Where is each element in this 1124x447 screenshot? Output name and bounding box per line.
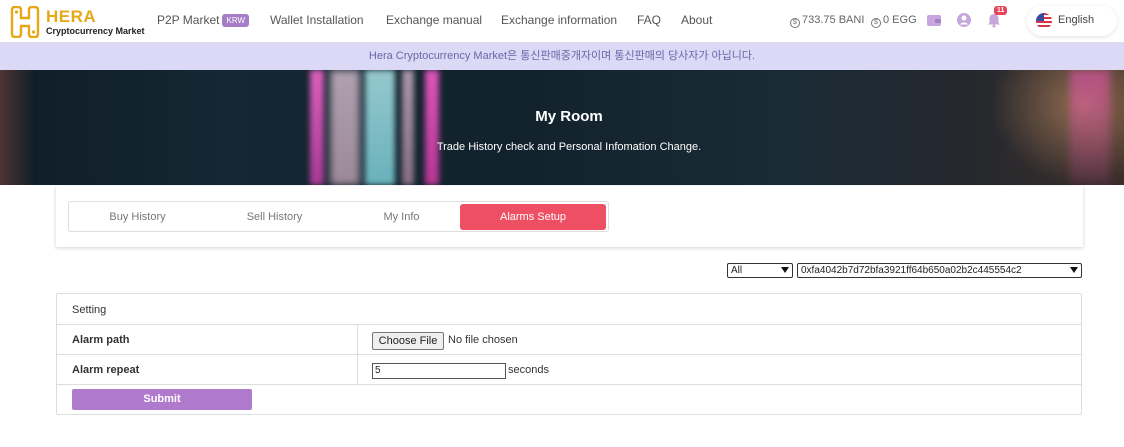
- banner-light-stripe: [365, 70, 395, 185]
- wallet-icon[interactable]: [926, 12, 942, 28]
- nav-p2p-market[interactable]: P2P Market KRW: [157, 13, 250, 27]
- type-filter-value: All: [731, 265, 743, 276]
- tab-bar: Buy History Sell History My Info Alarms …: [68, 201, 609, 232]
- bani-balance-value: 733.75 BANI: [802, 14, 865, 26]
- nav-faq[interactable]: FAQ: [637, 13, 661, 27]
- chevron-down-icon: [781, 267, 789, 273]
- banner-light-stripe: [402, 70, 414, 185]
- bani-balance: $733.75 BANI: [790, 14, 864, 28]
- coin-icon: $: [790, 18, 800, 28]
- krw-badge: KRW: [222, 14, 250, 27]
- tab-my-info[interactable]: My Info: [333, 204, 470, 230]
- nav-p2p-label: P2P Market: [157, 13, 220, 27]
- nav-exchange-manual[interactable]: Exchange manual: [386, 13, 482, 27]
- address-value: 0xfa4042b7d72bfa3921ff64b650a02b2c445554…: [801, 265, 1022, 276]
- language-selector[interactable]: English: [1027, 6, 1117, 36]
- repeat-unit-label: seconds: [508, 364, 549, 376]
- alarm-repeat-label: Alarm repeat: [72, 364, 140, 376]
- tab-buy-history[interactable]: Buy History: [69, 204, 206, 230]
- alarm-path-label: Alarm path: [72, 334, 130, 346]
- chevron-down-icon: [1070, 267, 1078, 273]
- page-title: My Room: [535, 108, 603, 125]
- hera-logo-icon: [10, 6, 40, 38]
- top-header: HERA Cryptocurrency Market P2P Market KRW…: [0, 0, 1124, 42]
- banner-light-stripe: [330, 70, 360, 185]
- row-divider: [57, 354, 1081, 355]
- nav-wallet-installation[interactable]: Wallet Installation: [270, 13, 364, 27]
- settings-table: Setting Alarm path Choose File No file c…: [56, 293, 1082, 415]
- nav-exchange-information[interactable]: Exchange information: [501, 13, 617, 27]
- submit-button[interactable]: Submit: [72, 389, 252, 410]
- page-subtitle: Trade History check and Personal Infomat…: [436, 141, 702, 153]
- choose-file-button[interactable]: Choose File: [372, 332, 444, 350]
- user-icon[interactable]: [956, 12, 972, 28]
- banner-light-stripe: [1070, 70, 1110, 185]
- hera-logo[interactable]: HERA Cryptocurrency Market: [8, 6, 145, 38]
- banner-light-stripe: [310, 70, 324, 185]
- nav-about[interactable]: About: [681, 13, 712, 27]
- tab-card: Buy History Sell History My Info Alarms …: [56, 186, 1083, 247]
- address-select[interactable]: 0xfa4042b7d72bfa3921ff64b650a02b2c445554…: [797, 263, 1082, 278]
- tab-alarms-setup[interactable]: Alarms Setup: [460, 204, 606, 230]
- language-label: English: [1058, 14, 1095, 26]
- page-banner: My Room Trade History check and Personal…: [0, 70, 1124, 185]
- brand-subtitle: Cryptocurrency Market: [46, 26, 145, 36]
- type-filter-select[interactable]: All: [727, 263, 793, 278]
- notification-count-badge: 11: [994, 6, 1008, 15]
- coin-icon: $: [871, 18, 881, 28]
- notice-bar: Hera Cryptocurrency Market은 통신판매중개자이며 통신…: [0, 42, 1124, 70]
- banner-shadow: [0, 70, 35, 185]
- egg-balance-value: 0 EGG: [883, 14, 917, 26]
- egg-balance: $0 EGG: [871, 14, 917, 28]
- file-status-text: No file chosen: [448, 334, 518, 346]
- us-flag-icon: [1036, 13, 1052, 29]
- row-divider: [57, 384, 1081, 385]
- banner-light-stripe: [425, 70, 439, 185]
- row-divider: [57, 324, 1081, 325]
- tab-sell-history[interactable]: Sell History: [206, 204, 343, 230]
- alarm-repeat-input[interactable]: 5: [372, 363, 506, 379]
- brand-title: HERA: [46, 7, 97, 26]
- settings-header: Setting: [72, 304, 107, 316]
